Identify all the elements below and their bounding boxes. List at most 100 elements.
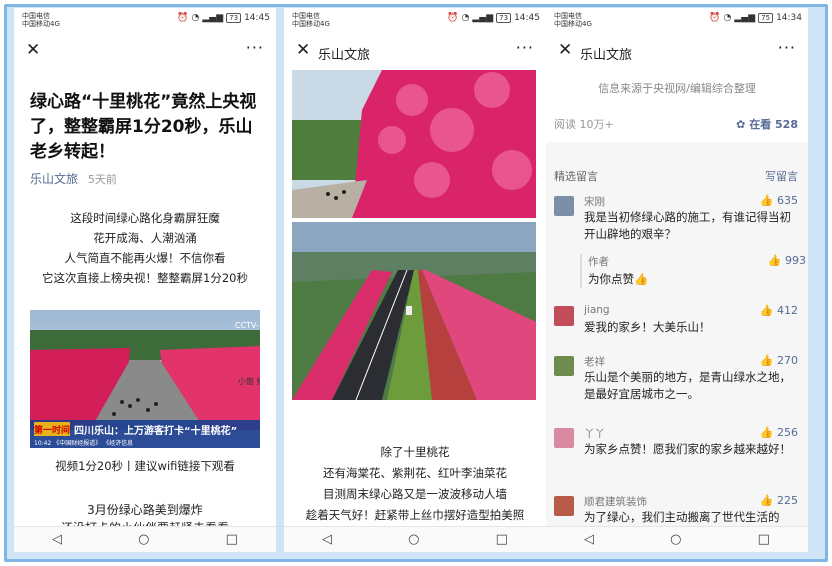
status-right: ⏰ ◔ ▂▄▆ 73 14:45 — [447, 13, 540, 23]
article-meta: 乐山文旅 5天前 — [30, 170, 117, 187]
flower-icon: ✿ — [736, 118, 750, 131]
more-options-button[interactable]: ··· — [246, 38, 264, 57]
signal-icon: ▂▄▆ — [734, 13, 756, 23]
body-line: 还有海棠花、紫荆花、红叶李油菜花 — [323, 466, 507, 480]
nav-title: 乐山文旅 — [580, 48, 633, 63]
battery-indicator: 75 — [758, 13, 774, 23]
body-text: 除了十里桃花 还有海棠花、紫荆花、红叶李油菜花 目测周末绿心路又是一波波移动人墙… — [284, 442, 546, 526]
carrier-info: 中国电信 中国移动4G — [22, 12, 60, 28]
like-count: 635 — [777, 194, 798, 207]
like-button[interactable]: 👍 412 — [760, 304, 798, 317]
back-button[interactable]: ◁ — [584, 532, 594, 547]
close-button[interactable]: ✕ — [296, 40, 310, 60]
status-bar: 中国电信 中国移动4G ⏰ ◔ ▂▄▆ 73 14:45 — [284, 8, 546, 30]
back-button[interactable]: ◁ — [52, 532, 62, 547]
home-button[interactable]: ○ — [408, 532, 419, 547]
avatar[interactable] — [554, 428, 574, 448]
photo-aerial-road[interactable] — [292, 222, 536, 400]
clock: 14:45 — [244, 13, 270, 23]
comment-author: 老祥 — [584, 356, 605, 368]
wifi-icon: ◔ — [461, 13, 470, 23]
comment-text: 为家乡点赞！愿我们家的家乡越来越好！ — [584, 442, 791, 456]
carrier-2: 中国移动4G — [22, 20, 60, 28]
photo-peach-blossom-road[interactable] — [292, 70, 536, 218]
avatar[interactable] — [554, 306, 574, 326]
like-button[interactable]: 👍 270 — [760, 354, 798, 367]
reply-like-button[interactable]: 👍 993 — [768, 254, 806, 267]
carrier-info: 中国电信 中国移动4G — [554, 12, 592, 28]
status-bar: 中国电信 中国移动4G ⏰ ◔ ▂▄▆ 75 14:34 — [546, 8, 808, 30]
account-link[interactable]: 乐山文旅 — [30, 172, 78, 186]
status-right: ⏰ ◔ ▂▄▆ 73 14:45 — [177, 13, 270, 23]
comment-item: jiang 👍 412 爱我的家乡！大美乐山！ — [554, 304, 800, 344]
comment-text: 为了绿心，我们主动搬离了世代生活的 — [584, 510, 780, 524]
channel-logo: CCTV-1 — [235, 321, 260, 330]
cut-line: 还没打卡的小伙伴要赶紧去看看 — [14, 518, 276, 526]
carrier-info: 中国电信 中国移动4G — [292, 12, 330, 28]
watching-count: 在看 528 — [749, 118, 798, 131]
like-count: 412 — [777, 304, 798, 317]
comment-item: 丫丫 👍 256 为家乡点赞！愿我们家的家乡越来越好！ — [554, 426, 800, 486]
signal-icon: ▂▄▆ — [472, 13, 494, 23]
intro-line: 它这次直接上榜央视！整整霸屏1分20秒 — [42, 271, 248, 285]
thumbs-up-icon: 👍 — [759, 354, 777, 367]
like-count: 993 — [785, 254, 806, 267]
more-options-button[interactable]: ··· — [516, 38, 534, 57]
wifi-icon: ◔ — [191, 13, 200, 23]
comment-author: 顺君建筑装饰 — [584, 496, 647, 508]
close-button[interactable]: ✕ — [26, 40, 40, 60]
intro-line: 这段时间绿心路化身霸屏狂魔 — [70, 211, 220, 225]
featured-comments-title: 精选留言 — [554, 170, 598, 183]
recents-button[interactable]: □ — [758, 532, 770, 547]
carrier-1: 中国电信 — [554, 12, 582, 20]
watching-button[interactable]: ✿ 在看 528 — [736, 116, 798, 132]
source-note: 信息来源于央视网/编辑综合整理 — [598, 82, 756, 95]
status-bar: 中国电信 中国移动4G ⏰ ◔ ▂▄▆ 73 14:45 — [14, 8, 276, 30]
more-options-button[interactable]: ··· — [778, 38, 796, 57]
thumbs-up-icon: 👍 — [759, 494, 777, 507]
alarm-icon: ⏰ — [447, 13, 459, 23]
like-button[interactable]: 👍 256 — [760, 426, 798, 439]
back-button[interactable]: ◁ — [322, 532, 332, 547]
banner-bottom: 10:42 《中国财经报道》 《经济信息 — [34, 439, 133, 447]
nav-bar: ✕ ··· — [14, 38, 276, 66]
intro-line: 花开成海、人潮汹涌 — [93, 231, 197, 245]
like-count: 256 — [777, 426, 798, 439]
body-line: 趁着天气好！赶紧带上丝巾摆好造型拍美照 — [305, 508, 525, 522]
phone-screen-photos: 中国电信 中国移动4G ⏰ ◔ ▂▄▆ 73 14:45 ✕ 乐山文旅 ··· — [284, 8, 546, 552]
comment-item: 老祥 👍 270 乐山是个美丽的地方，是青山绿水之地，是最好宜居城市之一。 — [554, 354, 800, 414]
clock: 14:45 — [514, 13, 540, 23]
battery-indicator: 73 — [496, 13, 512, 23]
comment-text: 乐山是个美丽的地方，是青山绿水之地，是最好宜居城市之一。 — [584, 370, 791, 401]
recents-button[interactable]: □ — [496, 532, 508, 547]
close-button[interactable]: ✕ — [558, 40, 572, 60]
carrier-1: 中国电信 — [292, 12, 320, 20]
like-count: 225 — [777, 494, 798, 507]
intro-text: 这段时间绿心路化身霸屏狂魔 花开成海、人潮汹涌 人气简直不能再火爆！不信你看 它… — [14, 208, 276, 288]
body-line: 除了十里桃花 — [380, 445, 450, 459]
like-button[interactable]: 👍 635 — [760, 194, 798, 207]
clock: 14:34 — [776, 13, 802, 23]
system-nav-bar: ◁ ○ □ — [546, 526, 808, 552]
banner-main: 四川乐山：上万游客打卡“十里桃花” — [74, 424, 237, 437]
write-comment-button[interactable]: 写留言 — [765, 168, 798, 184]
paragraph-title: 3月份绿心路美到爆炸 — [87, 503, 203, 517]
avatar[interactable] — [554, 356, 574, 376]
comment-item: 宋刚 👍 635 我是当初修绿心路的施工，有谁记得当初开山辟地的艰辛？ — [554, 194, 800, 254]
small-window-label[interactable]: 小窗 播放 — [238, 376, 260, 386]
home-button[interactable]: ○ — [670, 532, 681, 547]
carrier-2: 中国移动4G — [554, 20, 592, 28]
carrier-2: 中国移动4G — [292, 20, 330, 28]
video-thumbnail[interactable]: 第一时间 四川乐山：上万游客打卡“十里桃花” 10:42 《中国财经报道》 《经… — [30, 310, 260, 448]
thumbs-up-icon: 👍 — [759, 194, 777, 207]
home-button[interactable]: ○ — [138, 532, 149, 547]
recents-button[interactable]: □ — [226, 532, 238, 547]
like-button[interactable]: 👍 225 — [760, 494, 798, 507]
carrier-1: 中国电信 — [22, 12, 50, 20]
aerial-road-photo — [292, 222, 536, 400]
avatar[interactable] — [554, 496, 574, 516]
avatar[interactable] — [554, 196, 574, 216]
peach-blossom-photo — [292, 70, 536, 218]
system-nav-bar: ◁ ○ □ — [14, 526, 276, 552]
thumbs-up-icon: 👍 — [767, 254, 785, 267]
